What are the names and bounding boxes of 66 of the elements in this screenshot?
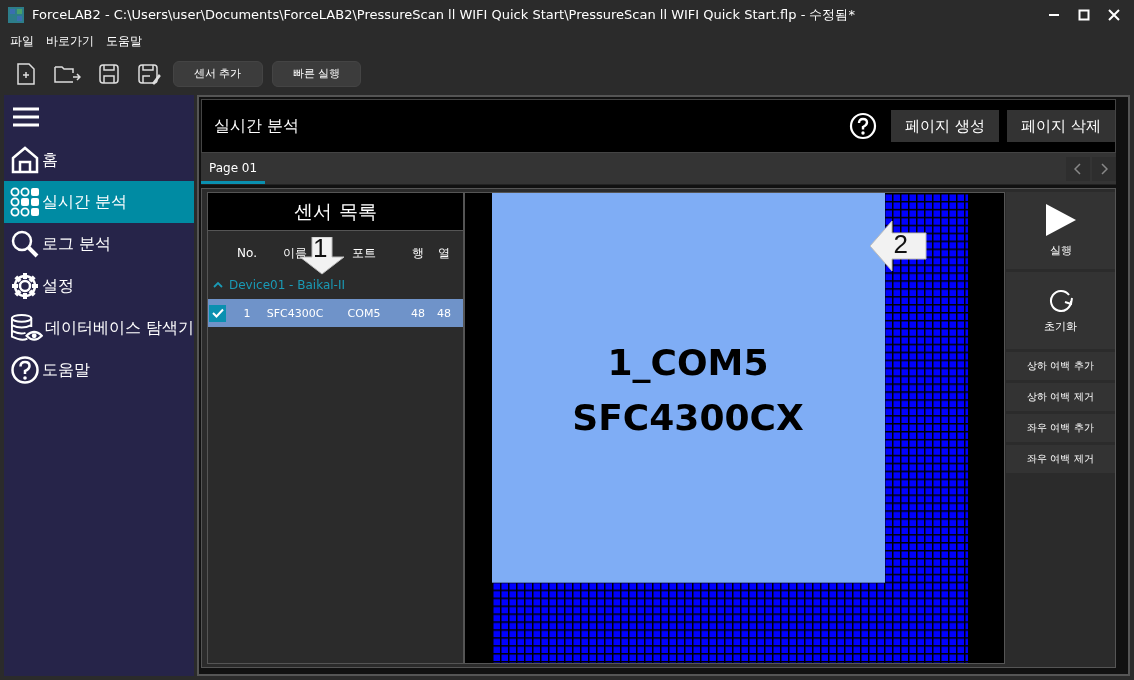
callout-number: 1 bbox=[313, 233, 328, 264]
play-icon bbox=[1044, 203, 1077, 237]
toolbar-button[interactable]: 센서 추가 bbox=[173, 60, 263, 87]
sensor-label: SFC4300CX bbox=[572, 396, 804, 438]
toolbar-button[interactable]: 빠른 실행 bbox=[271, 60, 361, 87]
table-cell-text: 48 bbox=[410, 306, 426, 320]
sidebar-label: 로그 분석 bbox=[42, 233, 112, 255]
sidebar-item[interactable]: 데이터베이스 탐색기 bbox=[4, 307, 194, 349]
sidebar-label: 도움말 bbox=[42, 359, 90, 381]
column-header: 열 bbox=[438, 244, 450, 262]
chevron-left-icon bbox=[1074, 162, 1082, 175]
table-cell-text: 48 bbox=[436, 306, 452, 320]
search-icon bbox=[10, 229, 40, 259]
maximize-icon[interactable] bbox=[1078, 9, 1090, 21]
page-tab[interactable]: Page 01 bbox=[201, 154, 266, 184]
device-name: Device01 - Baikal-II bbox=[229, 278, 346, 292]
list-title: 센서 목록 bbox=[208, 193, 463, 231]
sidebar-label: 홈 bbox=[42, 149, 58, 171]
page-button[interactable]: 페이지 삭제 bbox=[1007, 110, 1115, 142]
control-button[interactable]: 상하 여백 추가 bbox=[1006, 352, 1115, 380]
collapse-icon[interactable] bbox=[213, 281, 223, 289]
open-folder-icon[interactable] bbox=[53, 63, 81, 84]
refresh-icon bbox=[1047, 287, 1074, 313]
table-cell: SFC4300C bbox=[266, 306, 324, 320]
menu-item[interactable]: 도움말 bbox=[106, 32, 142, 50]
settings-icon bbox=[10, 271, 40, 301]
save-icon[interactable] bbox=[98, 62, 120, 85]
column-header: 이름 bbox=[283, 244, 307, 262]
row-checkbox[interactable] bbox=[209, 304, 226, 322]
control-button[interactable]: 실행 bbox=[1006, 192, 1115, 269]
sidebar-label: 데이터베이스 탐색기 bbox=[44, 317, 194, 339]
column-header: 행 bbox=[412, 244, 424, 262]
menu-item[interactable]: 파일 bbox=[10, 32, 34, 50]
database-eye-icon bbox=[10, 313, 43, 343]
control-button[interactable]: 초기화 bbox=[1006, 272, 1115, 349]
control-button[interactable]: 좌우 여백 추가 bbox=[1006, 414, 1115, 442]
column-header: No. bbox=[237, 246, 257, 260]
sidebar-item[interactable]: 홈 bbox=[4, 139, 194, 181]
sidebar-item[interactable]: 도움말 bbox=[4, 349, 194, 391]
table-cell-text: COM5 bbox=[346, 306, 382, 320]
page-button[interactable]: 페이지 생성 bbox=[891, 110, 1000, 142]
window-title: ForceLAB2 - C:\Users\user\Documents\ForceLAB2\PressureScan ll WIFI Quick Start\PressureScan ll WIFI Quick Start.flp - 수정됨* bbox=[32, 6, 856, 24]
sidebar-item[interactable]: 실시간 분석 bbox=[4, 181, 194, 223]
sidebar-item[interactable]: 로그 분석 bbox=[4, 223, 194, 265]
chevron-right-icon bbox=[1100, 162, 1108, 175]
help-icon bbox=[10, 355, 40, 385]
menu-icon[interactable] bbox=[13, 107, 39, 127]
sidebar-label: 실시간 분석 bbox=[42, 191, 128, 213]
sidebar-item[interactable]: 설정 bbox=[4, 265, 194, 307]
menu-item[interactable]: 바로가기 bbox=[46, 32, 94, 50]
control-button[interactable]: 상하 여백 제거 bbox=[1006, 383, 1115, 411]
callout-number: 2 bbox=[893, 229, 908, 260]
close-icon[interactable] bbox=[1108, 9, 1120, 21]
save-as-icon[interactable] bbox=[137, 62, 161, 85]
home-icon bbox=[10, 145, 40, 175]
app-logo-icon bbox=[8, 7, 24, 23]
sidebar-label: 설정 bbox=[42, 275, 74, 297]
table-cell-text: 1 bbox=[242, 306, 252, 320]
column-header: 포트 bbox=[352, 244, 376, 262]
control-button[interactable]: 좌우 여백 제거 bbox=[1006, 445, 1115, 473]
new-file-icon[interactable] bbox=[16, 61, 36, 86]
help-icon[interactable] bbox=[849, 112, 878, 140]
device-group[interactable]: Device01 - Baikal-II bbox=[208, 271, 463, 299]
grid-dots-icon bbox=[10, 187, 40, 217]
sensor-label: 1_COM5 bbox=[607, 341, 769, 383]
panel-title: 실시간 분석 bbox=[214, 115, 301, 137]
